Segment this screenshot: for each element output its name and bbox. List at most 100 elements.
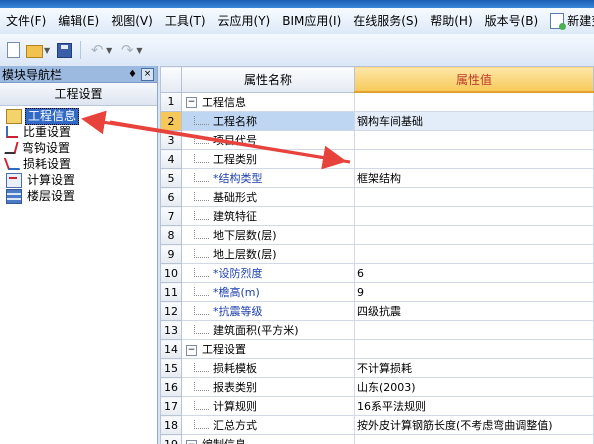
property-name: 损耗模板 (181, 358, 355, 378)
property-name: 地下层数(层) (181, 225, 355, 245)
property-value[interactable]: 框架结构 (354, 168, 594, 188)
nav-item-project-info[interactable]: 工程信息 (0, 107, 157, 125)
property-name: 项目代号 (181, 130, 355, 150)
property-table: 属性名称 属性值 1− 工程信息 2 工程名称 钢构车间基础 3 项目代号 4 工程类别 5 *结构… (160, 66, 594, 444)
column-header-value[interactable]: 属性值 (354, 66, 594, 93)
group-row[interactable]: 1− 工程信息 (160, 91, 594, 112)
undo-dropdown-icon[interactable]: ▼ (106, 46, 112, 55)
column-header-name[interactable]: 属性名称 (181, 66, 355, 93)
group-row[interactable]: 14− 工程设置 (160, 339, 594, 359)
new-project-label: 新建变 (567, 14, 594, 28)
menu-tools[interactable]: 工具(T) (159, 8, 212, 34)
nav-section-title[interactable]: 工程设置 (0, 83, 157, 106)
property-label: 建筑面积(平方米) (213, 324, 299, 337)
collapse-toggle-icon[interactable]: − (186, 344, 197, 356)
menu-view[interactable]: 视图(V) (105, 8, 159, 34)
property-value[interactable] (354, 434, 594, 444)
tree-connector (194, 363, 209, 372)
tree-connector (194, 249, 209, 258)
table-row[interactable]: 4 工程类别 (160, 149, 594, 169)
row-number: 9 (160, 244, 182, 264)
nav-list: 工程信息 比重设置 弯钩设置 损耗设置 计算设置 楼层设置 (0, 106, 157, 204)
open-dropdown-icon[interactable]: ▼ (44, 46, 50, 55)
property-value[interactable] (354, 91, 594, 112)
property-value[interactable] (354, 339, 594, 359)
table-row[interactable]: 5 *结构类型 框架结构 (160, 168, 594, 188)
property-value[interactable]: 按外皮计算钢筋长度(不考虑弯曲调整值) (354, 415, 594, 435)
new-file-icon[interactable] (7, 42, 20, 58)
tree-connector (194, 154, 209, 163)
table-row[interactable]: 13 建筑面积(平方米) (160, 320, 594, 340)
floor-settings-icon (6, 188, 22, 204)
property-value[interactable]: 钢构车间基础 (354, 111, 594, 131)
table-row[interactable]: 18 汇总方式 按外皮计算钢筋长度(不考虑弯曲调整值) (160, 415, 594, 435)
property-value[interactable]: 9 (354, 282, 594, 302)
table-row[interactable]: 16 报表类别 山东(2003) (160, 377, 594, 397)
nav-panel-title: 模块导航栏 (2, 67, 63, 82)
table-row[interactable]: 9 地上层数(层) (160, 244, 594, 264)
tree-connector (194, 173, 209, 182)
table-row[interactable]: 8 地下层数(层) (160, 225, 594, 245)
menu-online[interactable]: 在线服务(S) (347, 8, 424, 34)
row-number: 19 (160, 434, 182, 444)
property-label: 汇总方式 (213, 419, 257, 432)
title-bar (0, 0, 594, 8)
property-label: 计算规则 (213, 400, 257, 413)
redo-icon[interactable]: ↷ (119, 42, 135, 58)
tree-connector (194, 306, 209, 315)
row-number-header (160, 66, 182, 93)
table-row[interactable]: 3 项目代号 (160, 130, 594, 150)
menu-help[interactable]: 帮助(H) (424, 8, 478, 34)
property-value[interactable]: 6 (354, 263, 594, 283)
nav-item-floor[interactable]: 楼层设置 (0, 188, 157, 204)
table-row[interactable]: 10 *设防烈度 6 (160, 263, 594, 283)
property-name: *结构类型 (181, 168, 355, 188)
nav-item-label: 楼层设置 (27, 188, 76, 203)
property-value[interactable] (354, 149, 594, 169)
menu-edit[interactable]: 编辑(E) (52, 8, 105, 34)
row-number: 12 (160, 301, 182, 321)
menu-bim[interactable]: BIM应用(I) (276, 8, 347, 34)
menu-version[interactable]: 版本号(B) (479, 8, 545, 34)
collapse-toggle-icon[interactable]: − (186, 97, 197, 109)
table-row[interactable]: 17 计算规则 16系平法规则 (160, 396, 594, 416)
property-value[interactable] (354, 206, 594, 226)
save-icon[interactable] (57, 42, 73, 58)
nav-item-hook[interactable]: 弯钩设置 (0, 140, 157, 156)
menu-cloud[interactable]: 云应用(Y) (212, 8, 277, 34)
nav-panel-header: 模块导航栏 ♦ × (0, 66, 157, 83)
property-value[interactable]: 不计算损耗 (354, 358, 594, 378)
table-row[interactable]: 6 基础形式 (160, 187, 594, 207)
menu-file[interactable]: 文件(F) (0, 8, 52, 34)
property-value[interactable] (354, 130, 594, 150)
property-label: 工程信息 (202, 95, 246, 109)
table-row[interactable]: 7 建筑特征 (160, 206, 594, 226)
property-label: 基础形式 (213, 191, 257, 204)
table-row[interactable]: 11 *檐高(m) 9 (160, 282, 594, 302)
toolbar-separator (80, 41, 82, 59)
pin-icon[interactable]: ♦ (128, 69, 137, 80)
property-value[interactable]: 四级抗震 (354, 301, 594, 321)
property-value[interactable] (354, 244, 594, 264)
table-row[interactable]: 12 *抗震等级 四级抗震 (160, 301, 594, 321)
new-project-button[interactable]: 新建变 (544, 8, 594, 34)
open-folder-icon[interactable] (26, 45, 43, 58)
property-value[interactable]: 16系平法规则 (354, 396, 594, 416)
nav-item-weight[interactable]: 比重设置 (0, 124, 157, 140)
property-value[interactable]: 山东(2003) (354, 377, 594, 397)
undo-icon[interactable]: ↶ (89, 42, 105, 58)
group-row[interactable]: 19−编制信息 (160, 434, 594, 444)
table-row[interactable]: 2 工程名称 钢构车间基础 (160, 111, 594, 131)
collapse-toggle-icon[interactable]: − (186, 439, 197, 444)
close-icon[interactable]: × (141, 67, 154, 81)
property-value[interactable] (354, 225, 594, 245)
property-name: 汇总方式 (181, 415, 355, 435)
table-row[interactable]: 15 损耗模板 不计算损耗 (160, 358, 594, 378)
redo-dropdown-icon[interactable]: ▼ (136, 46, 142, 55)
nav-item-calc[interactable]: 计算设置 (0, 172, 157, 188)
property-value[interactable] (354, 320, 594, 340)
property-name: 基础形式 (181, 187, 355, 207)
loss-settings-icon (3, 158, 21, 170)
property-value[interactable] (354, 187, 594, 207)
nav-item-loss[interactable]: 损耗设置 (0, 156, 157, 172)
